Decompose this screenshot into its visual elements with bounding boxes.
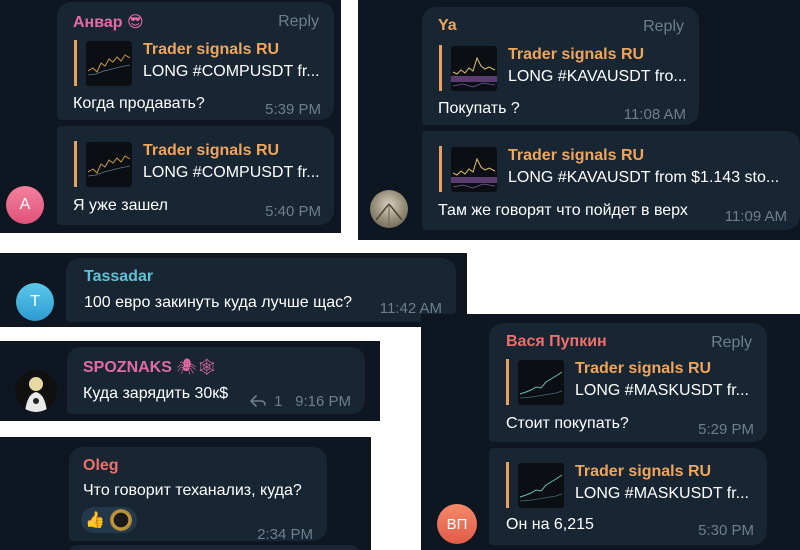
message-text: Покупать ? bbox=[438, 100, 520, 117]
message-text: Что говорит теханализ, куда? bbox=[83, 482, 302, 499]
message-time: 11:09 AM bbox=[724, 208, 787, 225]
avatar[interactable] bbox=[370, 190, 408, 228]
message-bubble[interactable]: Ya Reply Trader signals RU LONG #KAVAUSD… bbox=[422, 7, 699, 125]
quote-title: Trader signals RU bbox=[575, 360, 712, 377]
sender-name[interactable]: Oleg bbox=[83, 457, 119, 475]
quote-title: Trader signals RU bbox=[508, 147, 645, 164]
quote-title: Trader signals RU bbox=[508, 46, 645, 63]
quote-title: Trader signals RU bbox=[575, 463, 712, 480]
reply-button[interactable]: Reply bbox=[278, 13, 319, 31]
message-time: 5:40 PM bbox=[265, 203, 321, 220]
message-text: Он на 6,215 bbox=[506, 516, 594, 533]
sender-name[interactable]: Tassadar bbox=[84, 268, 153, 286]
message-time: 5:39 PM bbox=[265, 101, 321, 118]
message-bubble[interactable]: Oleg Что говорит теханализ, куда? 👍 2:34… bbox=[69, 447, 327, 543]
quote-text: LONG #KAVAUSDT fro... bbox=[508, 68, 687, 85]
sender-name[interactable]: Анвар 😎 bbox=[73, 12, 144, 32]
reply-button[interactable]: Reply bbox=[643, 18, 684, 36]
avatar[interactable]: T bbox=[16, 283, 54, 321]
replies-indicator[interactable]: 1 bbox=[250, 393, 283, 410]
quoted-message[interactable]: Trader signals RU LONG #KAVAUSDT fro... bbox=[439, 45, 687, 91]
message-bubble[interactable]: Анвар 😎 Reply Trader signals RU LONG #CO… bbox=[57, 2, 334, 120]
message-bubble[interactable]: Trader signals RU LONG #COMPUSDT fr... Я… bbox=[57, 126, 334, 225]
sender-name[interactable]: Ya bbox=[438, 17, 457, 35]
sunglasses-emoji: 😎 bbox=[126, 14, 144, 31]
thumbs-up-reaction[interactable]: 👍 bbox=[85, 510, 105, 530]
quote-text: LONG #MASKUSDT fr... bbox=[575, 382, 749, 399]
sender-name[interactable]: Вася Пупкин bbox=[506, 333, 607, 351]
message-bubble[interactable]: Вася Пупкин Reply Trader signals RU LONG… bbox=[489, 323, 767, 442]
message-bubble[interactable]: Trader signals RU LONG #KAVAUSDT from $1… bbox=[422, 131, 800, 230]
message-bubble[interactable]: Trader signals RU LONG #MASKUSDT fr... О… bbox=[489, 448, 767, 545]
quote-title: Trader signals RU bbox=[143, 41, 280, 58]
quote-text: LONG #KAVAUSDT from $1.143 sto... bbox=[508, 169, 780, 186]
reply-button[interactable]: Reply bbox=[711, 334, 752, 352]
reply-arrow-icon bbox=[250, 395, 266, 407]
message-text: Там же говорят что пойдет в верх bbox=[438, 202, 688, 219]
message-bubble[interactable]: Tassadar 100 евро закинуть куда лучше ща… bbox=[66, 258, 456, 322]
chat-panel-spoznaks: SPOZNAKS 🕷🕸 Куда зарядить 30к$ 1 9:16 PM bbox=[0, 341, 380, 421]
chart-thumbnail bbox=[86, 142, 132, 187]
chat-panel-tassadar: Tassadar 100 евро закинуть куда лучше ща… bbox=[0, 253, 467, 327]
message-time: 5:29 PM bbox=[698, 421, 754, 438]
chat-panel-ya: Ya Reply Trader signals RU LONG #KAVAUSD… bbox=[358, 0, 800, 240]
chat-panel-oleg: Oleg Что говорит теханализ, куда? 👍 2:34… bbox=[0, 437, 371, 550]
avatar[interactable] bbox=[15, 370, 57, 412]
quoted-message[interactable]: Trader signals RU LONG #MASKUSDT fr... bbox=[506, 359, 749, 405]
chart-thumbnail bbox=[518, 360, 564, 405]
chart-thumbnail bbox=[518, 463, 564, 508]
message-text: Я уже зашел bbox=[73, 197, 168, 214]
sender-name[interactable]: SPOZNAKS 🕷🕸 bbox=[83, 357, 217, 377]
message-text: Стоит покупать? bbox=[506, 415, 629, 432]
next-message-bubble bbox=[69, 545, 359, 550]
chat-panel-vasya: Вася Пупкин Reply Trader signals RU LONG… bbox=[421, 314, 800, 550]
message-time: 2:34 PM bbox=[257, 526, 313, 543]
quoted-message[interactable]: Trader signals RU LONG #COMPUSDT fr... bbox=[74, 40, 320, 86]
quote-text: LONG #COMPUSDT fr... bbox=[143, 63, 320, 80]
avatar[interactable]: ВП bbox=[437, 504, 477, 544]
quoted-message[interactable]: Trader signals RU LONG #COMPUSDT fr... bbox=[74, 141, 320, 187]
quoted-message[interactable]: Trader signals RU LONG #KAVAUSDT from $1… bbox=[439, 146, 779, 192]
message-text: Когда продавать? bbox=[73, 95, 205, 112]
message-time: 9:16 PM bbox=[295, 393, 351, 410]
message-time: 11:08 AM bbox=[623, 106, 686, 123]
quoted-message[interactable]: Trader signals RU LONG #MASKUSDT fr... bbox=[506, 462, 749, 508]
reactions: 👍 bbox=[81, 507, 137, 533]
coin-reaction-icon[interactable] bbox=[110, 509, 132, 531]
message-time: 5:30 PM bbox=[698, 522, 754, 539]
chart-thumbnail bbox=[86, 41, 132, 86]
avatar[interactable]: А bbox=[6, 186, 44, 224]
message-text: 100 евро закинуть куда лучше щас? bbox=[84, 294, 353, 311]
reply-count: 1 bbox=[274, 393, 283, 410]
quote-text: LONG #MASKUSDT fr... bbox=[575, 485, 749, 502]
chart-thumbnail bbox=[451, 46, 497, 91]
quote-title: Trader signals RU bbox=[143, 142, 280, 159]
message-bubble[interactable]: SPOZNAKS 🕷🕸 Куда зарядить 30к$ 1 9:16 PM bbox=[67, 347, 365, 414]
quote-text: LONG #COMPUSDT fr... bbox=[143, 164, 320, 181]
message-text: Куда зарядить 30к$ bbox=[83, 385, 229, 402]
chart-thumbnail bbox=[451, 147, 497, 192]
chat-panel-anvar: Анвар 😎 Reply Trader signals RU LONG #CO… bbox=[0, 0, 341, 233]
spider-web-emoji: 🕷🕸 bbox=[176, 359, 217, 376]
